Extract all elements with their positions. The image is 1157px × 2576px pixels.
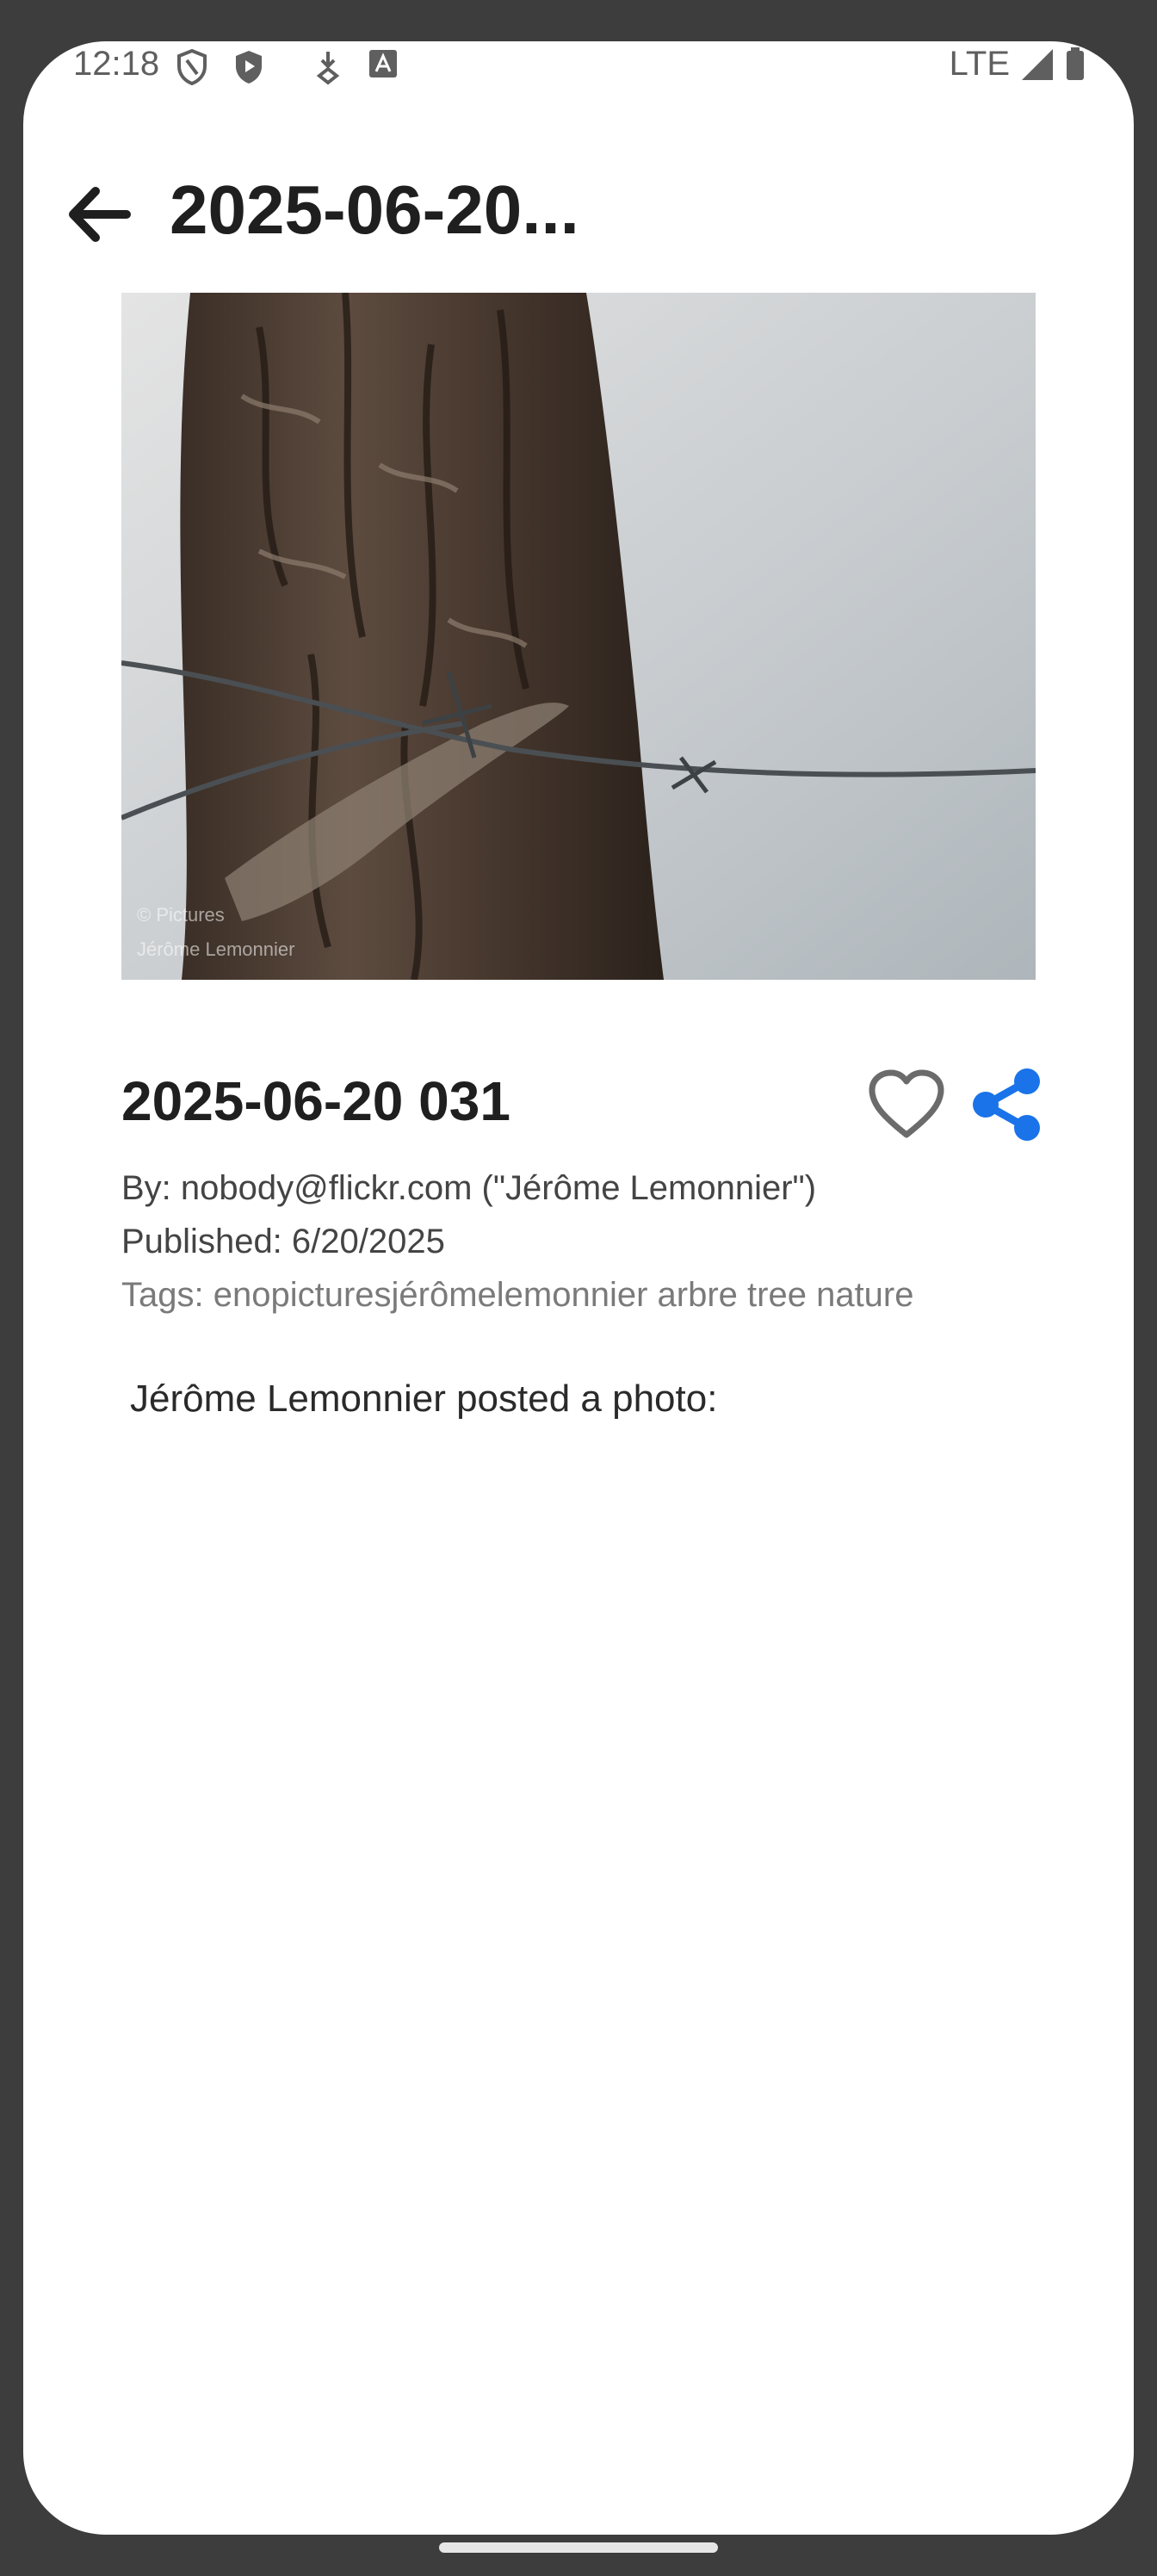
battery-icon [1067, 46, 1084, 80]
status-time: 12:18 [73, 45, 160, 83]
shield-outline-icon [177, 48, 207, 86]
status-bar: 12:18 LTE [23, 41, 1134, 93]
shield-play-icon [236, 51, 262, 84]
tags-line: Tags: enopicturesjérômelemonnier arbre t… [121, 1276, 914, 1314]
app-bar: 2025-06-20... [23, 127, 1134, 248]
photo-image[interactable]: © Pictures Jérôme Lemonnier [121, 293, 1036, 980]
photo-description: Jérôme Lemonnier posted a photo: [130, 1378, 718, 1420]
phone-screen: 12:18 LTE 2025-06-20... © Pictures Jérôm… [23, 41, 1134, 2535]
download-arrow-icon [316, 52, 340, 85]
watermark-line-1: © Pictures [137, 904, 225, 926]
text-a-icon [369, 50, 397, 77]
watermark-line-2: Jérôme Lemonnier [137, 938, 294, 960]
share-icon[interactable] [968, 1066, 1046, 1143]
page-title: 2025-06-20... [170, 171, 579, 248]
status-right-group: LTE [950, 45, 1086, 84]
photo-title: 2025-06-20 031 [121, 1070, 510, 1132]
arrow-left-icon[interactable] [58, 167, 152, 262]
signal-icon [1022, 48, 1053, 80]
heart-outline-icon[interactable] [865, 1064, 948, 1147]
published-line: Published: 6/20/2025 [121, 1223, 445, 1260]
network-label: LTE [949, 45, 1010, 83]
author-line: By: nobody@flickr.com ("Jérôme Lemonnier… [121, 1169, 817, 1207]
home-indicator[interactable] [439, 2542, 718, 2553]
